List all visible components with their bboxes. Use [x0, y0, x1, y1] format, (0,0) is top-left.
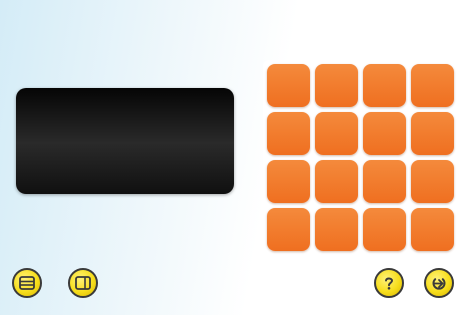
screen-icon: [75, 276, 91, 290]
keypad-key-r2-c3[interactable]: [363, 112, 406, 155]
keypad-key-r3-c3[interactable]: [363, 160, 406, 203]
menu-button[interactable]: [12, 268, 42, 298]
keypad-key-r1-c3[interactable]: [363, 64, 406, 107]
keypad-key-r2-c4[interactable]: [411, 112, 454, 155]
app-screen: [0, 0, 462, 315]
keypad-key-r2-c2[interactable]: [315, 112, 358, 155]
display-line: [24, 138, 226, 149]
keypad-key-r4-c1[interactable]: [267, 208, 310, 251]
display-line: [24, 127, 226, 138]
help-icon: [385, 277, 394, 290]
display-line: [24, 105, 226, 116]
keypad-key-r4-c4[interactable]: [411, 208, 454, 251]
keypad-key-r4-c2[interactable]: [315, 208, 358, 251]
keypad-key-r4-c3[interactable]: [363, 208, 406, 251]
keypad-key-r1-c4[interactable]: [411, 64, 454, 107]
screen-button[interactable]: [68, 268, 98, 298]
keypad: [263, 60, 456, 252]
exit-button[interactable]: [424, 268, 454, 298]
keypad-key-r3-c2[interactable]: [315, 160, 358, 203]
output-display: [16, 88, 234, 194]
display-line: [24, 94, 226, 105]
keypad-key-r3-c4[interactable]: [411, 160, 454, 203]
menu-icon: [19, 276, 35, 290]
display-line: [24, 116, 226, 127]
keypad-key-r2-c1[interactable]: [267, 112, 310, 155]
exit-icon: [432, 278, 446, 290]
keypad-key-r1-c2[interactable]: [315, 64, 358, 107]
keypad-key-r3-c1[interactable]: [267, 160, 310, 203]
help-button[interactable]: [374, 268, 404, 298]
keypad-key-r1-c1[interactable]: [267, 64, 310, 107]
